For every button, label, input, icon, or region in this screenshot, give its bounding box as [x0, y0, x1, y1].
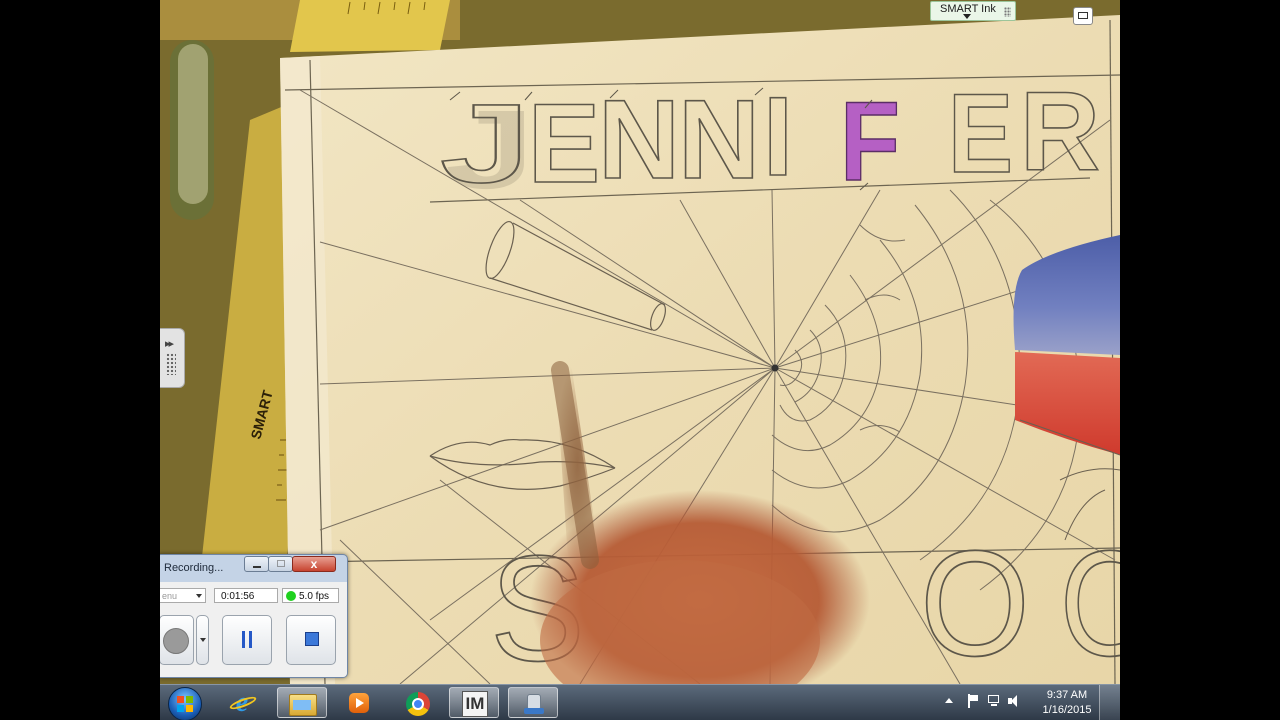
letter-o1: O	[920, 519, 1030, 684]
name-lettering: J J E N N I F E R	[439, 68, 1101, 212]
pause-button[interactable]	[222, 615, 272, 665]
elapsed-time: 0:01:56	[214, 588, 278, 603]
taskbar-media-player[interactable]	[335, 687, 385, 718]
recorder-body: enu 0:01:56 5.0 fps	[160, 582, 347, 677]
taskbar-im[interactable]: IM	[449, 687, 499, 718]
network-icon[interactable]	[987, 694, 1001, 708]
ink-layer-button[interactable]	[1073, 7, 1093, 25]
letter-o2: O	[1060, 519, 1120, 684]
maximize-button[interactable]	[268, 556, 293, 572]
chevron-down-icon	[196, 594, 202, 598]
drag-grip-icon[interactable]	[1004, 7, 1011, 17]
recorder-icon	[523, 692, 545, 716]
window-icon	[1078, 12, 1088, 19]
close-icon: x	[310, 557, 318, 571]
chevron-down-icon	[200, 638, 206, 642]
taskbar-windows-explorer[interactable]	[277, 687, 327, 718]
maximize-icon	[277, 560, 285, 567]
letter-r: R	[1020, 69, 1100, 194]
fps-value: 5.0 fps	[299, 591, 330, 602]
im-icon: IM	[462, 691, 488, 717]
system-tray: 9:37 AM 1/16/2015	[940, 685, 1120, 720]
letter-i: I	[763, 74, 793, 199]
minimize-button[interactable]	[244, 556, 269, 572]
taskbar-recorder[interactable]	[508, 687, 558, 718]
pause-icon	[242, 631, 252, 648]
smart-ink-toolbar[interactable]: SMART Ink	[930, 1, 1016, 21]
clock-time: 9:37 AM	[1046, 689, 1088, 701]
web-center	[771, 364, 779, 372]
clock[interactable]: 9:37 AM 1/16/2015	[1035, 688, 1099, 718]
source-select-value: enu	[162, 591, 178, 601]
windows-logo-icon	[168, 687, 202, 720]
fast-forward-icon: ▸▸	[165, 338, 174, 350]
letter-n2: N	[678, 77, 760, 202]
chrome-icon	[406, 692, 430, 716]
letter-f-colored: F	[840, 79, 900, 204]
letter-n1: N	[598, 77, 680, 202]
start-button[interactable]	[162, 687, 208, 720]
chevron-down-icon[interactable]	[963, 14, 971, 19]
letter-j: J	[440, 81, 530, 206]
status-dot-icon	[286, 591, 296, 601]
action-center-flag-icon[interactable]	[966, 694, 980, 708]
side-panel-tab[interactable]: ▸▸	[160, 328, 185, 388]
media-player-icon	[349, 693, 369, 713]
stop-icon	[305, 632, 319, 646]
letter-e: E	[528, 81, 600, 206]
show-desktop-button[interactable]	[1099, 685, 1120, 720]
taskbar-chrome[interactable]	[393, 687, 443, 718]
volume-icon[interactable]	[1008, 694, 1022, 708]
fps-indicator: 5.0 fps	[282, 588, 339, 603]
record-button[interactable]	[160, 615, 194, 665]
letter-e2: E	[948, 71, 1013, 196]
recorder-window: Recording... x enu 0:01:56 5.0 fps	[160, 554, 348, 678]
record-options-button[interactable]	[196, 615, 209, 665]
minimize-icon	[253, 566, 261, 568]
close-button[interactable]: x	[292, 556, 336, 572]
internet-explorer-icon: e	[229, 689, 255, 717]
taskbar-internet-explorer[interactable]: e	[218, 687, 268, 718]
grip-dots-icon	[166, 353, 176, 375]
stop-button[interactable]	[286, 615, 336, 665]
smartboard-screen: SMART J J E N N I F E R O O SMART Ink ▸▸…	[160, 0, 1120, 720]
taskbar: e IM 9:37 AM 1/16/2015	[160, 684, 1120, 720]
source-select[interactable]: enu	[160, 588, 206, 603]
recorder-title: Recording...	[164, 562, 224, 574]
clock-date: 1/16/2015	[1042, 704, 1092, 716]
show-hidden-icons-icon[interactable]	[945, 698, 953, 703]
record-icon	[163, 628, 189, 654]
folder-icon	[289, 694, 317, 716]
ruler-top	[290, 0, 450, 52]
